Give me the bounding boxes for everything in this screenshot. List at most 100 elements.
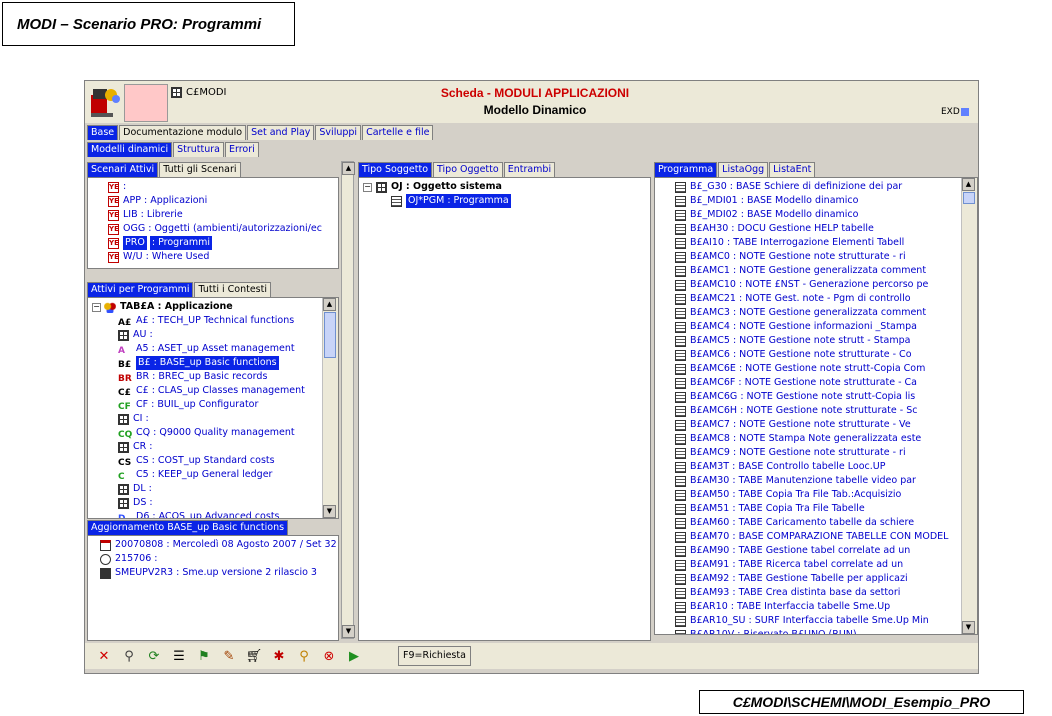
program-item[interactable]: B£AR10 : TABE Interfaccia tabelle Sme.Up (675, 600, 977, 614)
program-item[interactable]: B£AR10V : Riservato B£UNO (RUN) (675, 628, 977, 634)
attivi-item[interactable]: BR BR : BREC_up Basic records (118, 370, 338, 384)
stop-icon[interactable]: ⊗ (318, 645, 340, 667)
agg-item-time[interactable]: 215706 : (100, 552, 338, 566)
search-icon[interactable]: ⚲ (118, 645, 140, 667)
tab-tutti-contesti[interactable]: Tutti i Contesti (194, 282, 271, 297)
attivi-item[interactable]: C£ C£ : CLAS_up Classes management (118, 384, 338, 398)
program-item[interactable]: B£AM70 : BASE COMPARAZIONE TABELLE CON M… (675, 530, 977, 544)
attivi-item[interactable]: CI : (118, 412, 338, 426)
tab-set-and-play[interactable]: Set and Play (247, 125, 315, 140)
collapse-icon[interactable]: − (363, 182, 372, 192)
programma-scrollbar[interactable]: ▲ ▼ (961, 178, 977, 634)
collapse-icon[interactable]: − (92, 302, 101, 312)
program-item[interactable]: B£AMC5 : NOTE Gestione note strutt - Sta… (675, 334, 977, 348)
program-item[interactable]: B£_MDI01 : BASE Modello dinamico (675, 194, 977, 208)
program-item[interactable]: B£AM60 : TABE Caricamento tabelle da sch… (675, 516, 977, 530)
program-item[interactable]: B£AMC6 : NOTE Gestione note strutturate … (675, 348, 977, 362)
tab-cartelle[interactable]: Cartelle e file (362, 125, 434, 140)
scroll-up-icon[interactable]: ▲ (342, 162, 355, 175)
tab-scenari-attivi[interactable]: Scenari Attivi (87, 162, 159, 177)
attivi-item[interactable]: AU : (118, 328, 338, 342)
tipo-child[interactable]: OJ*PGM : Programma (363, 194, 650, 208)
scenario-item[interactable]: YE PRO : Programmi (108, 236, 338, 250)
zoom-icon[interactable]: ⚲ (293, 645, 315, 667)
tab-aggiornamento[interactable]: Aggiornamento BASE_up Basic functions (87, 520, 289, 535)
program-item[interactable]: B£AMC6G : NOTE Gestione note strutt-Copi… (675, 390, 977, 404)
program-item[interactable]: B£AM92 : TABE Gestione Tabelle per appli… (675, 572, 977, 586)
program-item[interactable]: B£AMC4 : NOTE Gestione informazioni _Sta… (675, 320, 977, 334)
scenario-item[interactable]: YE W/U : Where Used (108, 250, 338, 264)
attivi-item[interactable]: D D6 : ACOS_up Advanced costs (118, 510, 338, 518)
program-item[interactable]: B£AMC6E : NOTE Gestione note strutt-Copi… (675, 362, 977, 376)
f9-button[interactable]: F9=Richiesta (398, 646, 471, 666)
program-item[interactable]: B£AMC8 : NOTE Stampa Note generalizzata … (675, 432, 977, 446)
program-item[interactable]: B£AM30 : TABE Manutenzione tabelle video… (675, 474, 977, 488)
attivi-item[interactable]: CQ CQ : Q9000 Quality management (118, 426, 338, 440)
attivi-item[interactable]: C C5 : KEEP_up General ledger (118, 468, 338, 482)
play-icon[interactable]: ▶ (343, 645, 365, 667)
program-item[interactable]: B£AMC21 : NOTE Gest. note - Pgm di contr… (675, 292, 977, 306)
attivi-item[interactable]: A£ A£ : TECH_UP Technical functions (118, 314, 338, 328)
edit-icon[interactable]: ✎ (218, 645, 240, 667)
list-icon[interactable]: ☰ (168, 645, 190, 667)
scenario-item[interactable]: YE LIB : Librerie (108, 208, 338, 222)
attivi-item[interactable]: CF CF : BUIL_up Configurator (118, 398, 338, 412)
program-item[interactable]: B£AI10 : TABE Interrogazione Elementi Ta… (675, 236, 977, 250)
tab-attivi-programmi[interactable]: Attivi per Programmi (87, 282, 194, 297)
tab-lista-ent[interactable]: ListaEnt (769, 162, 816, 177)
agg-item-version[interactable]: SMEUPV2R3 : Sme.up versione 2 rilascio 3 (100, 566, 338, 580)
program-item[interactable]: B£AMC0 : NOTE Gestione note strutturate … (675, 250, 977, 264)
agg-item-date[interactable]: 20070808 : Mercoledì 08 Agosto 2007 / Se… (100, 538, 338, 552)
program-item[interactable]: B£AH30 : DOCU Gestione HELP tabelle (675, 222, 977, 236)
attivi-item[interactable]: A A5 : ASET_up Asset management (118, 342, 338, 356)
flag-icon[interactable]: ⚑ (193, 645, 215, 667)
close-icon[interactable]: ✕ (93, 645, 115, 667)
tab-tipo-soggetto[interactable]: Tipo Soggetto (358, 162, 433, 177)
left-scrollbar[interactable]: ▲ ▼ (341, 161, 355, 639)
scroll-down-icon[interactable]: ▼ (323, 505, 336, 518)
tab-errori[interactable]: Errori (224, 142, 259, 157)
tab-sviluppi[interactable]: Sviluppi (315, 125, 362, 140)
program-item[interactable]: B£AMC6F : NOTE Gestione note strutturate… (675, 376, 977, 390)
scroll-down-icon[interactable]: ▼ (342, 625, 355, 638)
pin-icon[interactable]: ✱ (268, 645, 290, 667)
program-item[interactable]: B£AM91 : TABE Ricerca tabel correlate ad… (675, 558, 977, 572)
program-item[interactable]: B£AM51 : TABE Copia Tra File Tabelle (675, 502, 977, 516)
program-item[interactable]: B£_G30 : BASE Schiere di definizione dei… (675, 180, 977, 194)
program-item[interactable]: B£AM90 : TABE Gestione tabel correlate a… (675, 544, 977, 558)
scroll-thumb[interactable] (324, 312, 336, 358)
attivi-item[interactable]: CR : (118, 440, 338, 454)
program-item[interactable]: B£AMC10 : NOTE £NST - Generazione percor… (675, 278, 977, 292)
tab-modelli-dinamici[interactable]: Modelli dinamici (87, 142, 173, 157)
attivi-item[interactable]: DS : (118, 496, 338, 510)
tab-tipo-oggetto[interactable]: Tipo Oggetto (433, 162, 503, 177)
program-item[interactable]: B£AM93 : TABE Crea distinta base da sett… (675, 586, 977, 600)
tree-root[interactable]: − TAB£A : Applicazione (88, 300, 338, 314)
program-item[interactable]: B£AMC7 : NOTE Gestione note strutturate … (675, 418, 977, 432)
program-item[interactable]: B£AM3T : BASE Controllo tabelle Looc.UP (675, 460, 977, 474)
scenario-item[interactable]: YE APP : Applicazioni (108, 194, 338, 208)
attivi-item[interactable]: B£ B£ : BASE_up Basic functions (118, 356, 338, 370)
attivi-item[interactable]: DL : (118, 482, 338, 496)
tab-base[interactable]: Base (87, 125, 119, 140)
scroll-thumb[interactable] (963, 192, 975, 204)
tipo-root[interactable]: − OJ : Oggetto sistema (363, 180, 650, 194)
tab-programma[interactable]: Programma (654, 162, 718, 177)
attivi-scrollbar[interactable]: ▲ ▼ (322, 298, 338, 518)
attivi-item[interactable]: CS CS : COST_up Standard costs (118, 454, 338, 468)
program-item[interactable]: B£_MDI02 : BASE Modello dinamico (675, 208, 977, 222)
scroll-up-icon[interactable]: ▲ (962, 178, 975, 191)
program-item[interactable]: B£AMC9 : NOTE Gestione note strutturate … (675, 446, 977, 460)
tab-documentazione[interactable]: Documentazione modulo (119, 125, 247, 140)
scenario-item[interactable]: YE OGG : Oggetti (ambienti/autorizzazioni… (108, 222, 338, 236)
tab-lista-ogg[interactable]: ListaOgg (718, 162, 769, 177)
cart-icon[interactable]: 🛒︎ (243, 645, 265, 667)
exd-button[interactable]: EXD (941, 107, 969, 117)
tab-struttura[interactable]: Struttura (173, 142, 224, 157)
program-item[interactable]: B£AMC3 : NOTE Gestione generalizzata com… (675, 306, 977, 320)
tab-tutti-scenari[interactable]: Tutti gli Scenari (159, 162, 241, 177)
tab-entrambi[interactable]: Entrambi (503, 162, 556, 177)
program-item[interactable]: B£AMC1 : NOTE Gestione generalizzata com… (675, 264, 977, 278)
refresh-icon[interactable]: ⟳ (143, 645, 165, 667)
scroll-up-icon[interactable]: ▲ (323, 298, 336, 311)
